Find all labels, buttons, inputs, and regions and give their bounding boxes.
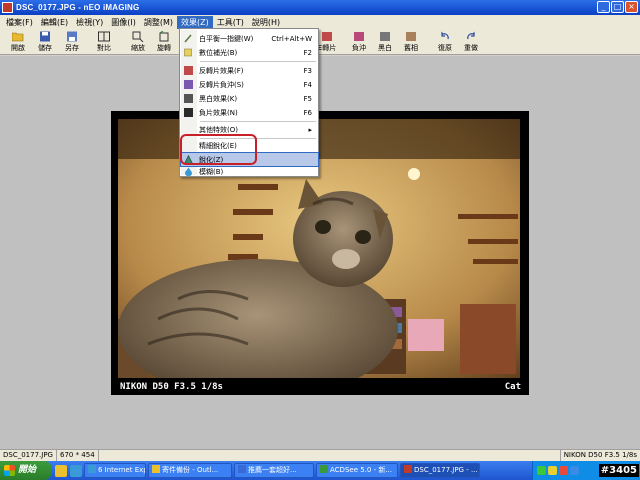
menu-bar: 檔案(F) 編輯(E) 檢視(Y) 圖像(I) 調整(M) 效果(Z) 工具(T… <box>0 15 640 29</box>
fill-light-icon <box>184 48 192 57</box>
outlook-icon <box>152 465 160 473</box>
menu-effects[interactable]: 效果(Z) <box>177 15 213 29</box>
status-bar: DSC_0177.JPG 670 * 454 NIKON D50 F3.5 1/… <box>0 449 640 461</box>
save-as-icon <box>67 31 77 42</box>
annotation-highlight <box>180 134 257 165</box>
menu-separator <box>200 61 316 62</box>
rotate-icon <box>159 31 169 42</box>
task-post[interactable]: 推薦一套超好... <box>234 463 314 478</box>
photo-caption-left: NIKON D50 F3.5 1/8s <box>120 382 223 392</box>
blur-icon <box>185 167 192 176</box>
menu-item-blur[interactable]: 模糊(B) <box>181 165 318 178</box>
app-icon <box>2 2 13 13</box>
menu-item-cross-process[interactable]: 反轉片負沖(S) F4 <box>181 78 318 91</box>
neo-imaging-icon <box>404 465 412 473</box>
invert-icon <box>322 32 332 41</box>
zoom-button[interactable]: 縮放 <box>125 31 151 53</box>
menu-adjust[interactable]: 調整(M) <box>140 16 177 29</box>
close-icon[interactable]: × <box>625 1 638 13</box>
submenu-arrow-icon: ▸ <box>308 125 312 134</box>
folder-open-icon <box>12 32 24 42</box>
window-title: DSC_0177.JPG - nEO iMAGING <box>16 3 140 12</box>
photo-frame: NIKON D50 F3.5 1/8s Cat <box>111 111 529 395</box>
menu-separator <box>200 121 316 122</box>
tray-icon[interactable] <box>537 466 546 475</box>
redo-icon <box>467 31 475 40</box>
rotate-button[interactable]: 旋轉 <box>151 31 177 53</box>
taskbar: 開始 6 Internet Expl... 寄件備份 - Outl... 推薦一… <box>0 461 640 480</box>
undo-icon <box>441 31 449 40</box>
quick-launch-icon[interactable] <box>55 464 67 477</box>
start-button[interactable]: 開始 <box>0 461 52 480</box>
menu-item-black-white[interactable]: 黑白效果(K) F5 <box>181 92 318 105</box>
tray-icon[interactable] <box>548 466 557 475</box>
minimize-icon[interactable]: _ <box>597 1 610 13</box>
bw-icon <box>380 32 390 41</box>
save-button[interactable]: 儲存 <box>32 31 58 53</box>
task-internet-explorer[interactable]: 6 Internet Expl... <box>84 463 146 478</box>
compare-button[interactable]: 對比 <box>91 31 117 53</box>
open-button[interactable]: 開啟 <box>5 31 31 53</box>
menu-view[interactable]: 檢視(Y) <box>72 16 107 29</box>
windows-logo-icon <box>4 465 15 476</box>
white-balance-icon <box>184 34 192 43</box>
tray-icon[interactable] <box>570 466 579 475</box>
menu-item-negative[interactable]: 負片效果(N) F6 <box>181 106 318 119</box>
cross-process-icon <box>184 80 193 89</box>
task-acdsee[interactable]: ACDSee 5.0 - 新... <box>316 463 398 478</box>
menu-file[interactable]: 檔案(F) <box>2 16 37 29</box>
black-white-icon <box>184 94 193 103</box>
menu-tools[interactable]: 工具(T) <box>213 16 248 29</box>
tray-icon[interactable] <box>559 466 568 475</box>
old-photo-icon <box>406 32 416 41</box>
zoom-icon <box>132 31 144 42</box>
redo-button[interactable]: 重做 <box>458 31 484 53</box>
workspace: NIKON D50 F3.5 1/8s Cat <box>0 56 640 449</box>
old-photo-button[interactable]: 舊相 <box>398 31 424 53</box>
negative-button[interactable]: 負沖 <box>346 31 372 53</box>
task-neo-imaging[interactable]: DSC_0177.JPG - ... <box>400 463 480 478</box>
menu-image[interactable]: 圖像(I) <box>107 16 140 29</box>
maximize-icon[interactable]: □ <box>611 1 624 13</box>
toolbar: 開啟 儲存 另存 對比 縮放 旋轉 E轉片 負沖 黑白 舊相 復原 重做 <box>0 29 640 55</box>
acdsee-icon <box>320 465 328 473</box>
menu-item-white-balance[interactable]: 白平衡一指鍵(W) Ctrl+Alt+W <box>181 32 318 45</box>
negative-icon <box>354 32 364 41</box>
photo-caption-right: Cat <box>504 382 521 392</box>
negative-film-icon <box>184 108 193 117</box>
menu-item-fill-light[interactable]: 數位補光(B) F2 <box>181 46 318 59</box>
status-exif: NIKON D50 F3.5 1/8s <box>559 450 640 461</box>
menu-edit[interactable]: 編輯(E) <box>37 16 72 29</box>
title-bar: DSC_0177.JPG - nEO iMAGING _ □ × <box>0 0 640 15</box>
menu-item-reversal-film[interactable]: 反轉片效果(F) F3 <box>181 64 318 77</box>
save-icon <box>40 31 50 42</box>
save-as-button[interactable]: 另存 <box>59 31 85 53</box>
quick-launch-icon[interactable] <box>70 464 82 477</box>
system-tray: #3405 <box>532 461 640 480</box>
status-filename: DSC_0177.JPG <box>0 450 57 461</box>
watermark: #3405 <box>598 464 639 477</box>
window-icon <box>238 465 246 473</box>
ie-icon <box>88 465 96 473</box>
menu-help[interactable]: 說明(H) <box>248 16 284 29</box>
window-controls: _ □ × <box>597 1 638 13</box>
bw-button[interactable]: 黑白 <box>372 31 398 53</box>
reversal-film-icon <box>184 66 193 75</box>
undo-button[interactable]: 復原 <box>432 31 458 53</box>
task-outlook[interactable]: 寄件備份 - Outl... <box>148 463 232 478</box>
status-dimensions: 670 * 454 <box>57 450 99 461</box>
compare-icon <box>98 31 110 42</box>
